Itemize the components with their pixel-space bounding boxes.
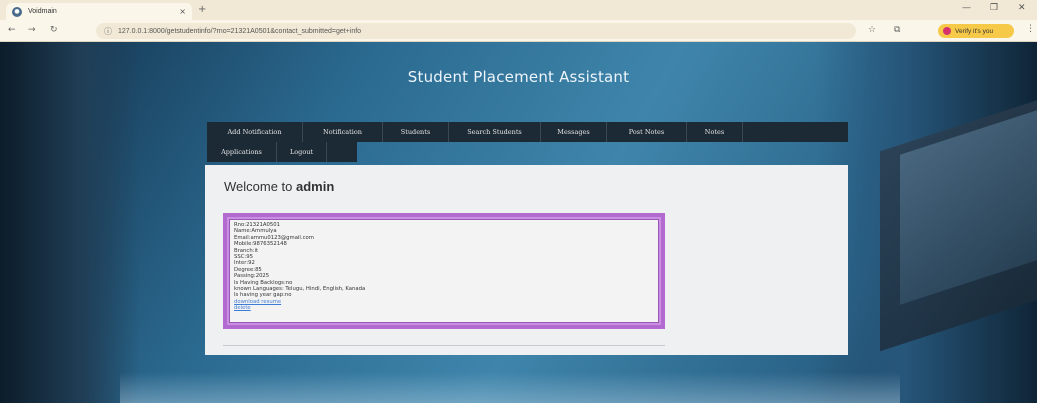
nav-item-students[interactable]: Students: [383, 122, 449, 142]
nav-item-messages[interactable]: Messages: [541, 122, 607, 142]
nav-item-add-notification[interactable]: Add Notification: [207, 122, 303, 142]
student-info-frame: Rno:21321A0501 Name:Ammulya Email:ammu0123…: [223, 213, 665, 329]
browser-tab-bar: ● Voidmain × + — ❐ ✕: [0, 0, 1037, 20]
welcome-prefix: Welcome to: [224, 179, 297, 194]
forward-arrow-icon[interactable]: →: [28, 25, 36, 35]
background-glow: [120, 372, 900, 403]
nav-item-logout[interactable]: Logout: [277, 142, 327, 162]
content-panel: Welcome to admin Rno:21321A0501 Name:Ammu…: [205, 165, 848, 355]
minimize-icon[interactable]: —: [962, 3, 971, 13]
nav-item-applications[interactable]: Applications: [207, 142, 277, 162]
url-input[interactable]: ⓘ 127.0.0.1:8000/getstudentinfo/?rno=213…: [96, 23, 856, 39]
site-info-icon[interactable]: ⓘ: [104, 26, 112, 37]
browser-address-bar: ← → ↻ ⓘ 127.0.0.1:8000/getstudentinfo/?r…: [0, 20, 1037, 42]
nav-item-search-students[interactable]: Search Students: [449, 122, 541, 142]
background-person: [0, 42, 140, 403]
welcome-user: admin: [296, 179, 335, 194]
delete-link[interactable]: delete: [234, 305, 654, 311]
browser-tab[interactable]: ● Voidmain ×: [6, 3, 192, 20]
tab-close-icon[interactable]: ×: [179, 7, 186, 16]
verify-label: Verify it's you: [955, 27, 994, 35]
nav-item-notification[interactable]: Notification: [303, 122, 383, 142]
welcome-heading: Welcome to admin: [224, 179, 334, 194]
new-tab-button[interactable]: +: [198, 4, 206, 15]
divider: [223, 345, 665, 346]
tab-title: Voidmain: [28, 8, 57, 15]
main-nav: Add Notification Notification Students Sear…: [207, 122, 848, 142]
nav-item-notes[interactable]: Notes: [687, 122, 743, 142]
site-title: Student Placement Assistant: [407, 68, 630, 86]
url-text: 127.0.0.1:8000/getstudentinfo/?rno=21321…: [118, 27, 362, 35]
verify-profile-button[interactable]: Verify it's you: [938, 24, 1014, 38]
restore-icon[interactable]: ❐: [990, 3, 998, 13]
bookmark-star-icon[interactable]: ☆: [868, 25, 876, 35]
nav-item-post-notes[interactable]: Post Notes: [607, 122, 687, 142]
close-window-icon[interactable]: ✕: [1018, 3, 1026, 13]
page-viewport: Student Placement Assistant Add Notifica…: [0, 42, 1037, 403]
student-info-box: Rno:21321A0501 Name:Ammulya Email:ammu0123…: [229, 219, 659, 323]
more-menu-icon[interactable]: ⋮: [1026, 24, 1035, 34]
back-arrow-icon[interactable]: ←: [8, 25, 16, 35]
reload-icon[interactable]: ↻: [50, 25, 58, 35]
extensions-icon[interactable]: ⧉: [894, 25, 900, 35]
profile-avatar-icon: [943, 27, 951, 35]
globe-icon: ●: [12, 6, 22, 17]
main-nav-row2: Applications Logout: [207, 142, 357, 162]
